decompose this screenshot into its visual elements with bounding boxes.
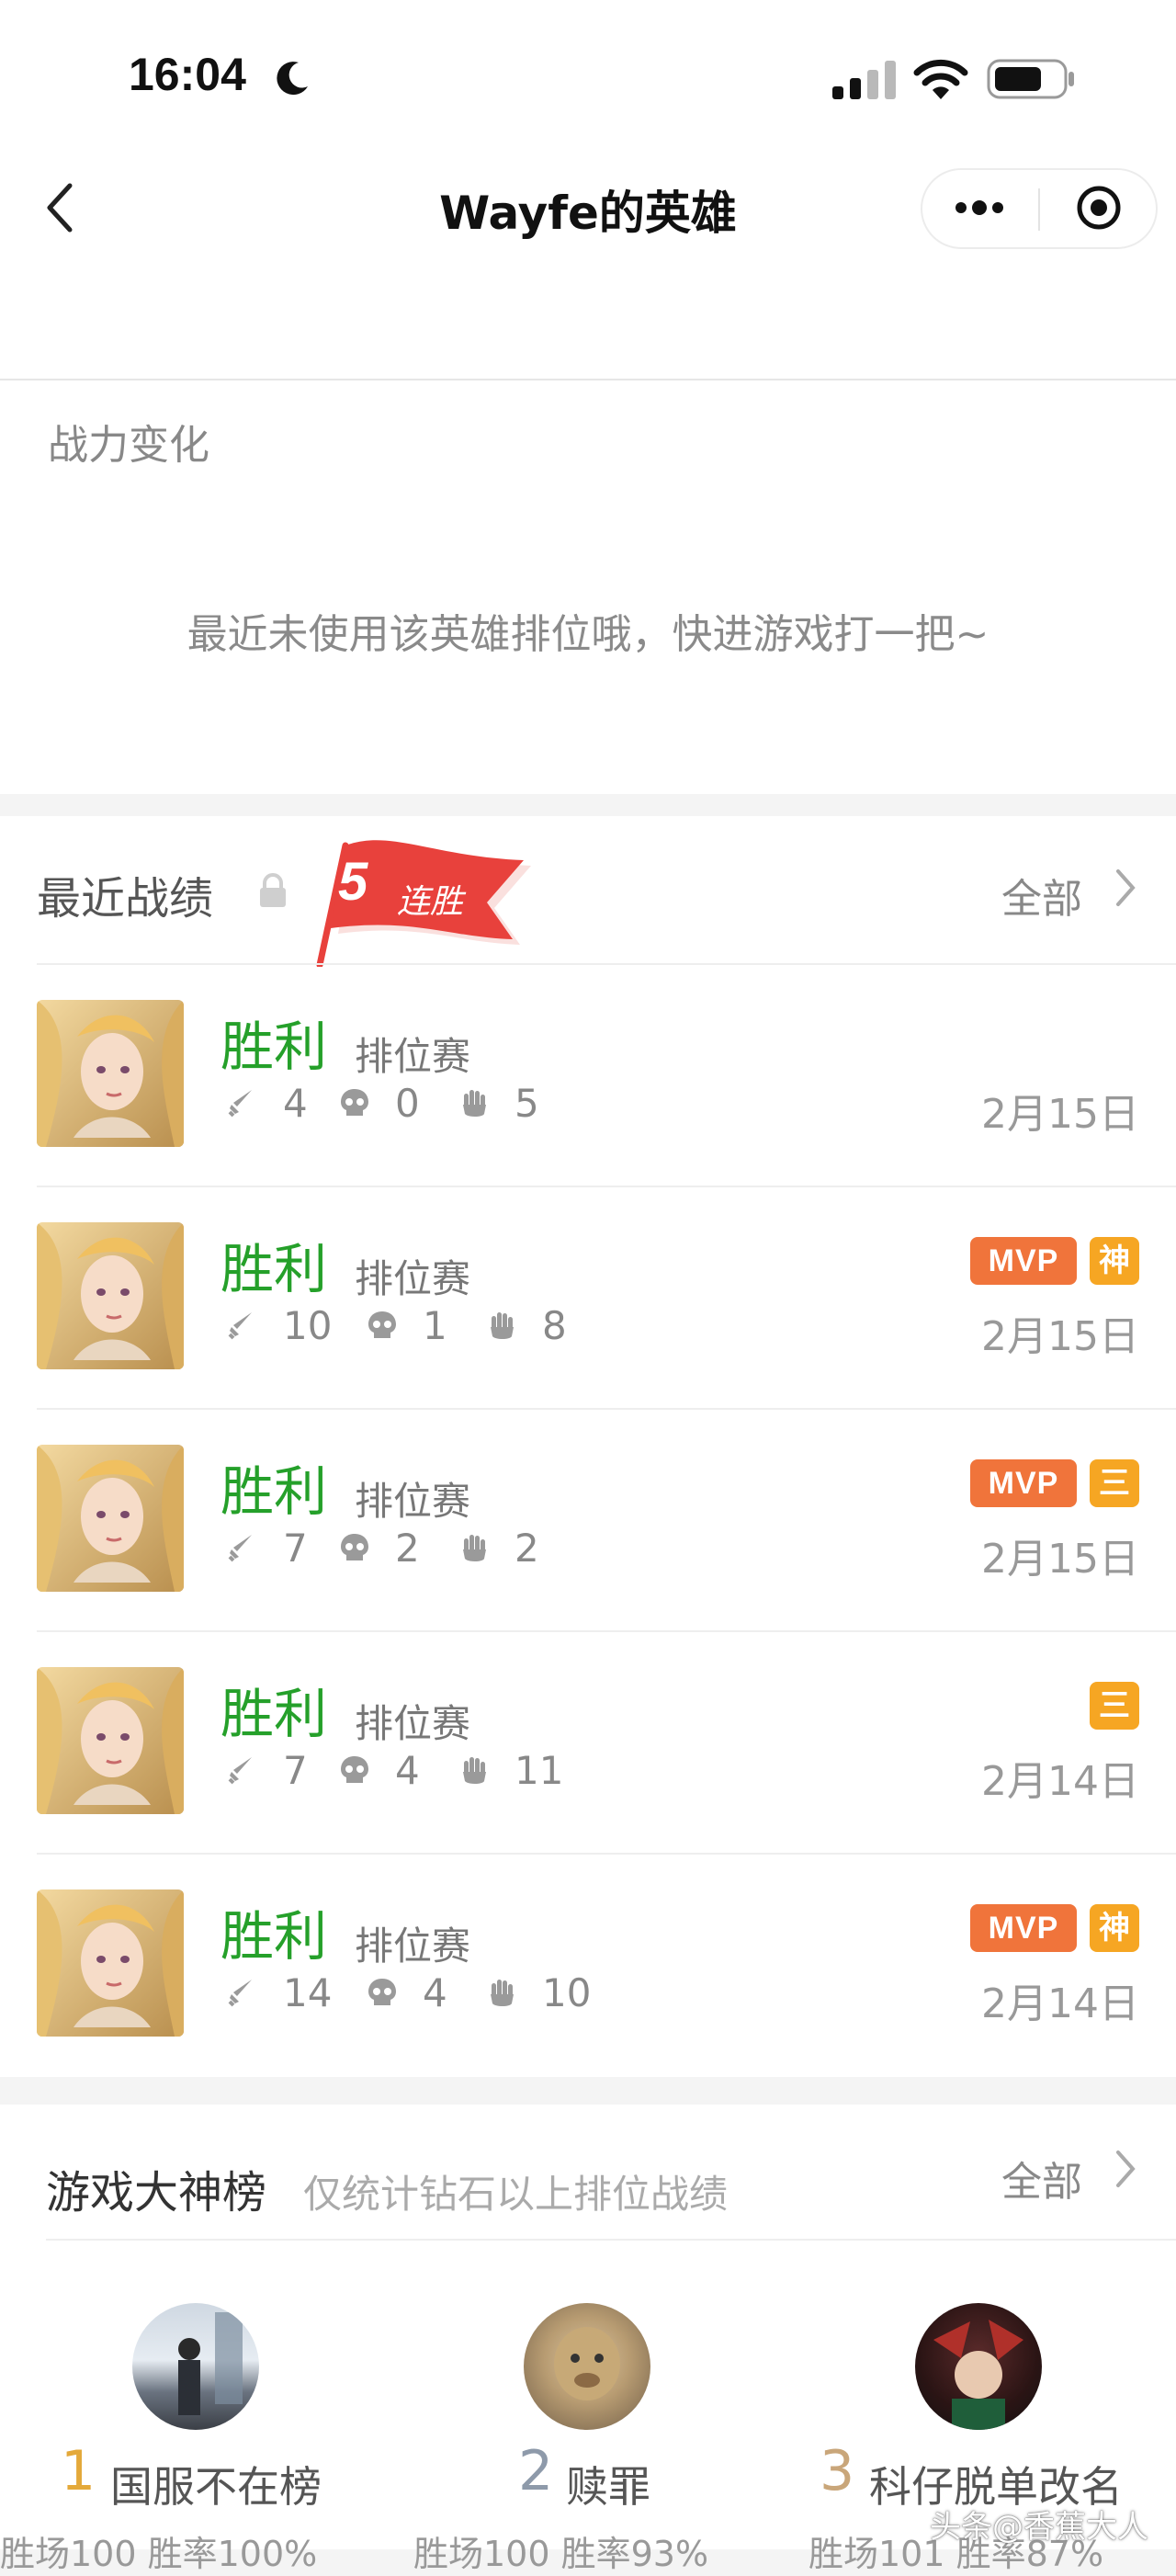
skull-icon (341, 1756, 368, 1783)
status-time: 16:04 (129, 49, 246, 100)
hero-avatar (37, 1889, 184, 2037)
skull-icon (341, 1534, 368, 1560)
assist-hand-icon (491, 1312, 514, 1339)
watermark: 头条@香蕉大人 (930, 2509, 1148, 2546)
match-mode: 排位赛 (355, 1034, 471, 1079)
match-mode: 排位赛 (355, 1256, 471, 1301)
match-result: 胜利 (220, 1460, 328, 1523)
assist-hand-icon (463, 1757, 486, 1784)
achievement-badge: 神 (1090, 1237, 1139, 1285)
achievement-badge: 三 (1090, 1682, 1139, 1730)
divider (37, 1186, 1176, 1187)
skull-icon (341, 1089, 368, 1116)
rank-number: 3 (820, 2439, 855, 2503)
match-mode: 排位赛 (355, 1701, 471, 1746)
mvp-badge: MVP (970, 1459, 1077, 1507)
signal-icon (832, 61, 896, 99)
deaths-count: 4 (423, 1970, 447, 2015)
match-date: 2月15日 (981, 1313, 1139, 1360)
wifi-icon (913, 59, 968, 99)
streak-count: 5 (338, 852, 368, 912)
achievement-badge: 神 (1090, 1904, 1139, 1952)
match-row[interactable]: 胜利 排位赛 14 4 10 2月14日 MVP 神 (0, 1853, 1176, 2075)
avatar[interactable] (524, 2303, 650, 2430)
power-label: 战力变化 (48, 422, 209, 469)
kills-count: 7 (283, 1526, 308, 1571)
deaths-count: 1 (423, 1303, 447, 1348)
kills-count: 10 (283, 1303, 333, 1348)
kills-count: 7 (283, 1748, 308, 1793)
hero-avatar (37, 1000, 184, 1147)
kill-icon (228, 1535, 252, 1562)
mvp-badge: MVP (970, 1904, 1077, 1952)
assist-hand-icon (463, 1090, 486, 1117)
avatar[interactable] (132, 2303, 259, 2430)
match-mode: 排位赛 (355, 1923, 471, 1969)
achievement-badge: 三 (1090, 1459, 1139, 1507)
divider (37, 1630, 1176, 1632)
hero-avatar (37, 1667, 184, 1814)
kills-count: 4 (283, 1081, 308, 1126)
assists-count: 8 (542, 1303, 567, 1348)
deaths-count: 0 (395, 1081, 420, 1126)
match-date: 2月15日 (981, 1091, 1139, 1138)
rank-number: 1 (61, 2439, 96, 2503)
assists-count: 2 (514, 1526, 539, 1571)
kill-icon (228, 1090, 252, 1118)
match-result: 胜利 (220, 1905, 328, 1968)
rank-stats: 胜场100 胜率93% (413, 2534, 709, 2574)
match-result: 胜利 (220, 1683, 328, 1745)
gods-subtitle: 仅统计钻石以上排位战绩 (303, 2172, 729, 2217)
divider (46, 2239, 1176, 2241)
match-row[interactable]: 胜利 排位赛 7 2 2 2月15日 MVP 三 (0, 1408, 1176, 1630)
match-date: 2月14日 (981, 1758, 1139, 1805)
assists-count: 5 (514, 1081, 539, 1126)
recent-all-link[interactable]: 全部 (1001, 866, 1082, 925)
deaths-count: 4 (395, 1748, 420, 1793)
match-date: 2月15日 (981, 1536, 1139, 1583)
kill-icon (228, 1312, 252, 1340)
rank-number: 2 (518, 2439, 554, 2503)
rank-stats: 胜场100 胜率100% (0, 2534, 318, 2574)
mvp-badge: MVP (970, 1237, 1077, 1285)
assists-count: 11 (514, 1748, 564, 1793)
assist-hand-icon (463, 1535, 486, 1561)
gods-all-link[interactable]: 全部 (1001, 2149, 1082, 2207)
gods-title: 游戏大神榜 (46, 2167, 267, 2219)
kills-count: 14 (283, 1970, 333, 2015)
skull-icon (368, 1979, 396, 2005)
chevron-right-icon[interactable] (1114, 868, 1137, 908)
moon-icon (277, 62, 308, 96)
more-icon[interactable] (952, 195, 1007, 221)
chevron-right-icon[interactable] (1114, 2149, 1137, 2189)
kill-icon (228, 1980, 252, 2007)
lock-icon (260, 873, 286, 907)
match-result: 胜利 (220, 1238, 328, 1300)
hero-avatar (37, 1222, 184, 1369)
divider (37, 963, 1176, 965)
streak-label: 连胜 (397, 883, 464, 921)
deaths-count: 2 (395, 1526, 420, 1571)
match-result: 胜利 (220, 1016, 328, 1078)
skull-icon (368, 1311, 396, 1338)
kill-icon (228, 1757, 252, 1785)
power-empty-message: 最近未使用该英雄排位哦，快进游戏打一把~ (187, 611, 989, 658)
hero-avatar (37, 1445, 184, 1592)
battery-icon (987, 59, 1074, 99)
rank-name[interactable]: 国服不在榜 (110, 2454, 322, 2514)
divider (37, 1853, 1176, 1855)
match-row[interactable]: 胜利 排位赛 7 4 11 2月14日 三 (0, 1630, 1176, 1853)
match-row[interactable]: 胜利 排位赛 10 1 8 2月15日 MVP 神 (0, 1186, 1176, 1408)
rank-name[interactable]: 赎罪 (566, 2454, 650, 2514)
match-date: 2月14日 (981, 1980, 1139, 2027)
capsule-divider (1038, 188, 1040, 231)
assist-hand-icon (491, 1980, 514, 2006)
divider (37, 1408, 1176, 1410)
avatar[interactable] (915, 2303, 1042, 2430)
close-target-icon[interactable] (1075, 184, 1123, 232)
match-mode: 排位赛 (355, 1479, 471, 1524)
recent-title: 最近战绩 (37, 873, 214, 925)
match-row[interactable]: 胜利 排位赛 4 0 5 2月15日 (0, 963, 1176, 1186)
assists-count: 10 (542, 1970, 592, 2015)
